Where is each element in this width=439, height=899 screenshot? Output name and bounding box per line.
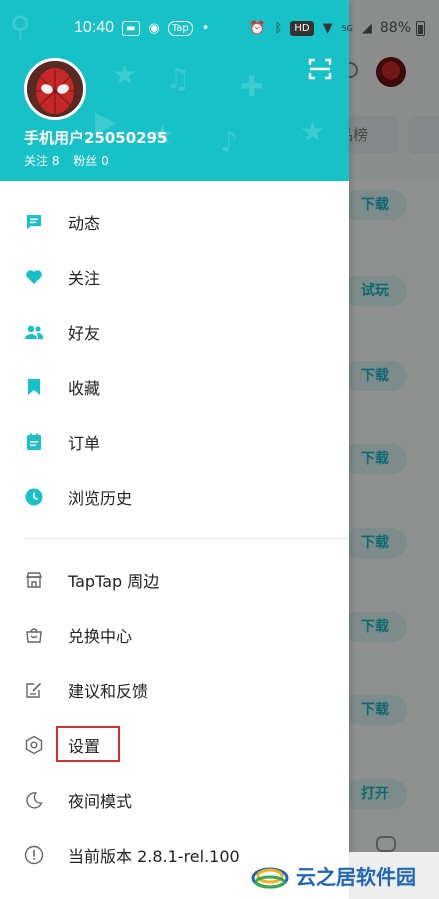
menu-item-merch[interactable]: TapTap 周边 <box>0 556 349 604</box>
menu-item-label: TapTap 周边 <box>68 572 160 591</box>
battery-icon <box>416 20 425 36</box>
signal-icon: ◢ <box>361 20 372 36</box>
decor-star-icon: ★ <box>112 58 138 91</box>
record-icon: ◉ <box>148 20 160 36</box>
menu-item-favorites[interactable]: 收藏 <box>0 363 349 411</box>
menu-item-label: 好友 <box>68 324 101 343</box>
menu-item-label: 兑换中心 <box>68 627 133 646</box>
bluetooth-icon: ᛒ <box>274 20 283 36</box>
heart-icon <box>24 267 44 287</box>
signal-label: 5G <box>341 23 353 33</box>
menu-item-label: 浏览历史 <box>68 489 133 508</box>
settings-highlight-box <box>56 726 120 762</box>
alarm-icon: ⏰ <box>249 20 266 36</box>
battery-percent: 88% <box>379 20 411 36</box>
username[interactable]: 手机用户25050295 <box>24 127 168 148</box>
menu-item-label: 动态 <box>68 214 101 233</box>
scan-button[interactable] <box>306 57 334 81</box>
menu-item-label: 收藏 <box>68 379 101 398</box>
follow-stats: 关注 8 粉丝 0 <box>24 152 119 169</box>
menu-item-feedback[interactable]: 建议和反馈 <box>0 666 349 714</box>
moon-icon <box>24 790 44 810</box>
order-icon <box>24 432 44 452</box>
decor-star-icon: ★ <box>300 115 326 148</box>
spiderman-avatar-icon <box>27 61 83 117</box>
menu-item-feed[interactable]: 动态 <box>0 198 349 246</box>
taptap-icon: Tap <box>167 20 193 36</box>
store-icon <box>24 570 44 590</box>
feed-icon <box>24 212 44 232</box>
menu-item-label: 当前版本 2.8.1-rel.100 <box>68 847 240 866</box>
menu-item-history[interactable]: 浏览历史 <box>0 473 349 521</box>
gift-bag-icon <box>24 625 44 645</box>
dot-icon: • <box>201 20 210 36</box>
menu-item-following[interactable]: 关注 <box>0 253 349 301</box>
decor-note-icon: ♪ <box>220 125 238 158</box>
bookmark-icon <box>24 377 44 397</box>
hd-badge: HD <box>290 20 314 36</box>
navigation-drawer: ⚲ ★ ♫ ✚ ★ ♪ ▶ ★ 手机用户25050295 关注 8 粉丝 0 动… <box>0 0 349 899</box>
following-count[interactable]: 关注 8 <box>24 154 59 168</box>
menu-item-label: 建议和反馈 <box>68 682 149 701</box>
watermark-logo-icon <box>251 867 289 888</box>
message-icon: ▬ <box>122 20 140 36</box>
menu-item-night-mode[interactable]: 夜间模式 <box>0 776 349 824</box>
feedback-icon <box>24 680 44 700</box>
watermark-text: 云之居软件园 <box>296 865 416 889</box>
menu-item-label: 关注 <box>68 269 101 288</box>
status-bar: 10:40 ▬ ◉ Tap • ⏰ ᛒ HD ▼ 5G ◢ 88% <box>0 0 439 56</box>
avatar[interactable] <box>24 58 86 120</box>
settings-icon <box>24 735 44 755</box>
info-icon <box>24 845 44 865</box>
menu-divider <box>24 538 349 539</box>
followers-count[interactable]: 粉丝 0 <box>73 154 108 168</box>
watermark: 云之居软件园 <box>250 852 439 899</box>
status-right: ⏰ ᛒ HD ▼ 5G ◢ 88% <box>240 20 425 36</box>
wifi-icon: ▼ <box>322 20 333 36</box>
scan-icon <box>308 58 332 80</box>
menu-item-friends[interactable]: 好友 <box>0 308 349 356</box>
menu-item-label: 订单 <box>68 434 101 453</box>
menu-item-redeem[interactable]: 兑换中心 <box>0 611 349 659</box>
decor-gamepad-icon: ✚ <box>240 70 264 103</box>
friends-icon <box>24 322 44 342</box>
status-time: 10:40 <box>74 19 115 36</box>
menu-item-orders[interactable]: 订单 <box>0 418 349 466</box>
clock-icon <box>24 487 44 507</box>
decor-music-icon: ♫ <box>165 62 191 95</box>
menu-item-settings[interactable]: 设置 <box>0 721 349 769</box>
menu-item-label: 夜间模式 <box>68 792 133 811</box>
